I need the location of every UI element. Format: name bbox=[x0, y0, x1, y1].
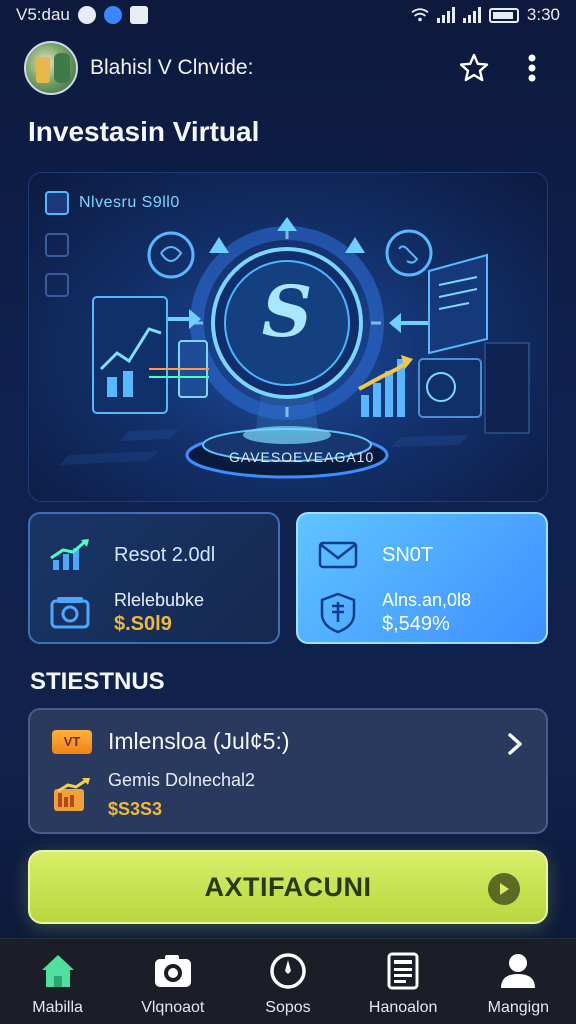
app-header: Blahisl V Clnvide: bbox=[24, 40, 552, 96]
nav-item-profile[interactable]: Mangign bbox=[463, 951, 573, 1017]
hero-badge: Nlvesru S9ll0 bbox=[45, 191, 180, 215]
nav-label: Mangign bbox=[487, 999, 550, 1016]
investment-tag: VT bbox=[52, 729, 92, 754]
nav-label: Hanoalon bbox=[368, 999, 438, 1016]
dollar-coin-icon: S bbox=[255, 269, 319, 353]
arrow-right-icon bbox=[488, 873, 520, 905]
shield-icon bbox=[316, 592, 360, 634]
mail-icon bbox=[316, 535, 360, 575]
wifi-icon bbox=[411, 6, 429, 24]
home-icon bbox=[38, 951, 78, 991]
stat-label: Alns.an,0l8 bbox=[382, 590, 472, 610]
person-icon bbox=[498, 951, 538, 991]
bottom-nav: Mabilla Vlqnoaot Sopos Hanoalon Mangign bbox=[0, 938, 576, 1024]
activate-button-label: AXTIFACUNI bbox=[204, 871, 372, 902]
stat-card-balance[interactable]: SN0T Alns.an,0l8 $,549% bbox=[296, 512, 548, 644]
compass-icon bbox=[268, 951, 308, 991]
layers-icon bbox=[45, 273, 69, 297]
document-icon bbox=[45, 191, 69, 215]
status-clock: 3:30 bbox=[526, 5, 560, 24]
image-notification-icon bbox=[129, 6, 148, 24]
page-title: Investasin Virtual bbox=[28, 116, 260, 147]
activate-button[interactable]: AXTIFACUNI bbox=[28, 850, 548, 924]
stat-label: Rlelebubke bbox=[114, 590, 205, 610]
investment-amount: $S3S3 bbox=[108, 799, 163, 819]
chart-up-icon bbox=[48, 535, 92, 575]
status-time: V5:dau bbox=[16, 5, 70, 24]
investment-subtitle: Gemis Dolnechal2 bbox=[108, 770, 256, 790]
hero-caption-text: GAVESOEVEAGA10 bbox=[229, 449, 375, 465]
investment-item[interactable]: VT Imlensloa (Jul¢5:) Gemis Dolnechal2 $… bbox=[28, 708, 548, 834]
nav-label: Mabilla bbox=[32, 999, 83, 1016]
hero-caption: GAVESOEVEAGA10 bbox=[229, 449, 373, 465]
nav-item-documents[interactable]: Hanoalon bbox=[348, 951, 458, 1017]
document-icon bbox=[383, 951, 423, 991]
favorite-button[interactable] bbox=[454, 48, 494, 88]
calculator-icon bbox=[45, 233, 69, 257]
nav-item-camera[interactable]: Vlqnoaot bbox=[118, 951, 228, 1017]
avatar[interactable] bbox=[24, 41, 78, 95]
nav-item-home[interactable]: Mabilla bbox=[3, 951, 113, 1017]
investment-name: Imlensloa (Jul¢5:) bbox=[108, 728, 290, 754]
hero-illustration: Nlvesru S9ll0 S GAVESOEVEAGA10 bbox=[28, 172, 548, 502]
stat-title: Resot 2.0dl bbox=[114, 543, 216, 566]
stat-card-returns[interactable]: Resot 2.0dl Rlelebubke $.S0l9 bbox=[28, 512, 280, 644]
user-name: Blahisl V Clnvide: bbox=[90, 56, 254, 79]
section-title: STIESTNUS bbox=[30, 668, 165, 695]
nav-label: Vlqnoaot bbox=[141, 999, 205, 1016]
status-bar: V5:dau 3:30 bbox=[0, 0, 576, 30]
app-notification-icon bbox=[77, 6, 96, 24]
wallet-icon bbox=[48, 593, 92, 633]
signal-icon bbox=[436, 7, 455, 23]
camera-icon bbox=[153, 951, 193, 991]
stat-value: $.S0l9 bbox=[114, 613, 172, 635]
nav-item-explore[interactable]: Sopos bbox=[233, 951, 343, 1017]
chart-growth-icon bbox=[52, 776, 92, 816]
star-icon bbox=[459, 53, 489, 82]
stat-value: $,549% bbox=[382, 613, 450, 635]
stat-title: SN0T bbox=[382, 543, 434, 566]
more-vert-icon bbox=[528, 54, 536, 82]
battery-icon bbox=[488, 7, 519, 23]
messenger-notification-icon bbox=[103, 6, 122, 24]
nav-label: Sopos bbox=[265, 999, 311, 1016]
more-options-button[interactable] bbox=[512, 48, 552, 88]
chevron-right-icon[interactable] bbox=[500, 724, 530, 764]
hero-badge-text: Nlvesru S9ll0 bbox=[79, 194, 180, 211]
signal-2-icon bbox=[462, 7, 481, 23]
coin-symbol: S bbox=[261, 269, 313, 353]
